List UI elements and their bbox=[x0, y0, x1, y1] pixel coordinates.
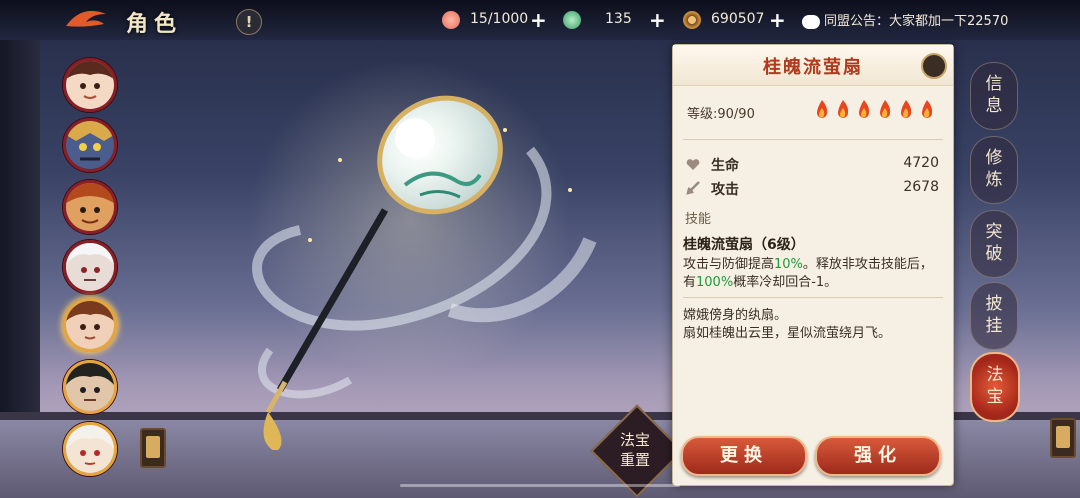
divider bbox=[683, 297, 943, 298]
add-coin-button[interactable]: + bbox=[769, 8, 786, 32]
flame-star-icon bbox=[901, 100, 912, 118]
stat-value: 2678 bbox=[903, 179, 939, 195]
sword-icon bbox=[686, 181, 700, 195]
character-portrait-1[interactable] bbox=[63, 58, 117, 112]
character-portrait-7[interactable] bbox=[63, 422, 117, 476]
character-portrait-3[interactable] bbox=[63, 180, 117, 234]
character-portrait-2[interactable] bbox=[63, 118, 117, 172]
character-portrait-6[interactable] bbox=[63, 360, 117, 414]
skill-description: 攻击与防御提高10%。释放非攻击技能后，有100%概率冷却回合-1。 bbox=[683, 257, 933, 290]
tab-info[interactable]: 信息 bbox=[970, 62, 1018, 130]
tab-equip[interactable]: 披挂 bbox=[970, 282, 1018, 350]
tab-cultivate[interactable]: 修炼 bbox=[970, 136, 1018, 204]
swirl-gem-icon bbox=[563, 11, 581, 29]
flame-star-icon bbox=[838, 100, 849, 118]
artifact-fan-illustration bbox=[252, 95, 597, 450]
artifact-detail-panel: 桂魄流萤扇 等级:90/90 生命 4720 攻击 2678 技能 桂魄流萤扇（… bbox=[672, 44, 954, 486]
character-portrait-5[interactable] bbox=[63, 298, 117, 352]
flame-star-icon bbox=[817, 100, 828, 118]
coin-icon bbox=[683, 11, 701, 29]
skill-title: 桂魄流萤扇（6级） bbox=[683, 237, 805, 253]
replace-button[interactable]: 更换 bbox=[681, 436, 807, 476]
page-title: 角色 bbox=[126, 11, 183, 37]
lantern-right bbox=[1050, 418, 1076, 458]
help-button[interactable]: ! bbox=[236, 9, 262, 35]
artifact-reset-label: 法宝 重置 bbox=[619, 431, 650, 469]
jade-resource: 135 + bbox=[563, 8, 673, 32]
jade-value: 135 bbox=[605, 11, 632, 27]
peach-icon bbox=[442, 11, 460, 29]
panel-header: 桂魄流萤扇 bbox=[673, 45, 953, 86]
flame-emblem-icon bbox=[66, 10, 106, 27]
stat-row-hp: 生命 4720 bbox=[685, 155, 941, 175]
stamina-value: 15/1000 bbox=[470, 11, 529, 27]
artifact-info-icon[interactable] bbox=[921, 53, 947, 79]
star-rating bbox=[813, 99, 943, 123]
character-portrait-4[interactable] bbox=[63, 240, 117, 294]
stamina-resource: 15/1000 + bbox=[442, 8, 552, 32]
stat-label: 攻击 bbox=[711, 182, 739, 198]
add-stamina-button[interactable]: + bbox=[530, 8, 547, 32]
add-jade-button[interactable]: + bbox=[649, 8, 666, 32]
coin-resource: 690507 + bbox=[683, 8, 793, 32]
stat-label: 生命 bbox=[711, 158, 739, 174]
skill-section-label: 技能 bbox=[685, 212, 712, 227]
enhance-button[interactable]: 强化 bbox=[815, 436, 941, 476]
artifact-name: 桂魄流萤扇 bbox=[763, 57, 863, 78]
announcement-text: 同盟公告：大家都加一下22570 bbox=[824, 14, 1009, 29]
home-indicator bbox=[400, 484, 680, 487]
flame-star-icon bbox=[859, 100, 870, 118]
alliance-announcement[interactable]: 同盟公告：大家都加一下22570 bbox=[802, 10, 1022, 30]
flame-star-icon bbox=[922, 100, 933, 118]
chat-bubble-icon bbox=[802, 14, 820, 29]
stat-row-attack: 攻击 2678 bbox=[685, 179, 941, 199]
artifact-lore: 嫦娥傍身的纨扇。 扇如桂魄出云里，星似流萤绕月飞。 bbox=[683, 308, 892, 341]
tab-breakthrough[interactable]: 突破 bbox=[970, 210, 1018, 278]
coin-value: 690507 bbox=[711, 11, 765, 27]
stat-value: 4720 bbox=[903, 155, 939, 171]
tab-artifact[interactable]: 法宝 bbox=[970, 352, 1020, 422]
divider bbox=[683, 139, 943, 140]
artifact-level: 等级:90/90 bbox=[687, 107, 755, 122]
flame-star-icon bbox=[880, 100, 891, 118]
heart-icon bbox=[686, 159, 700, 170]
